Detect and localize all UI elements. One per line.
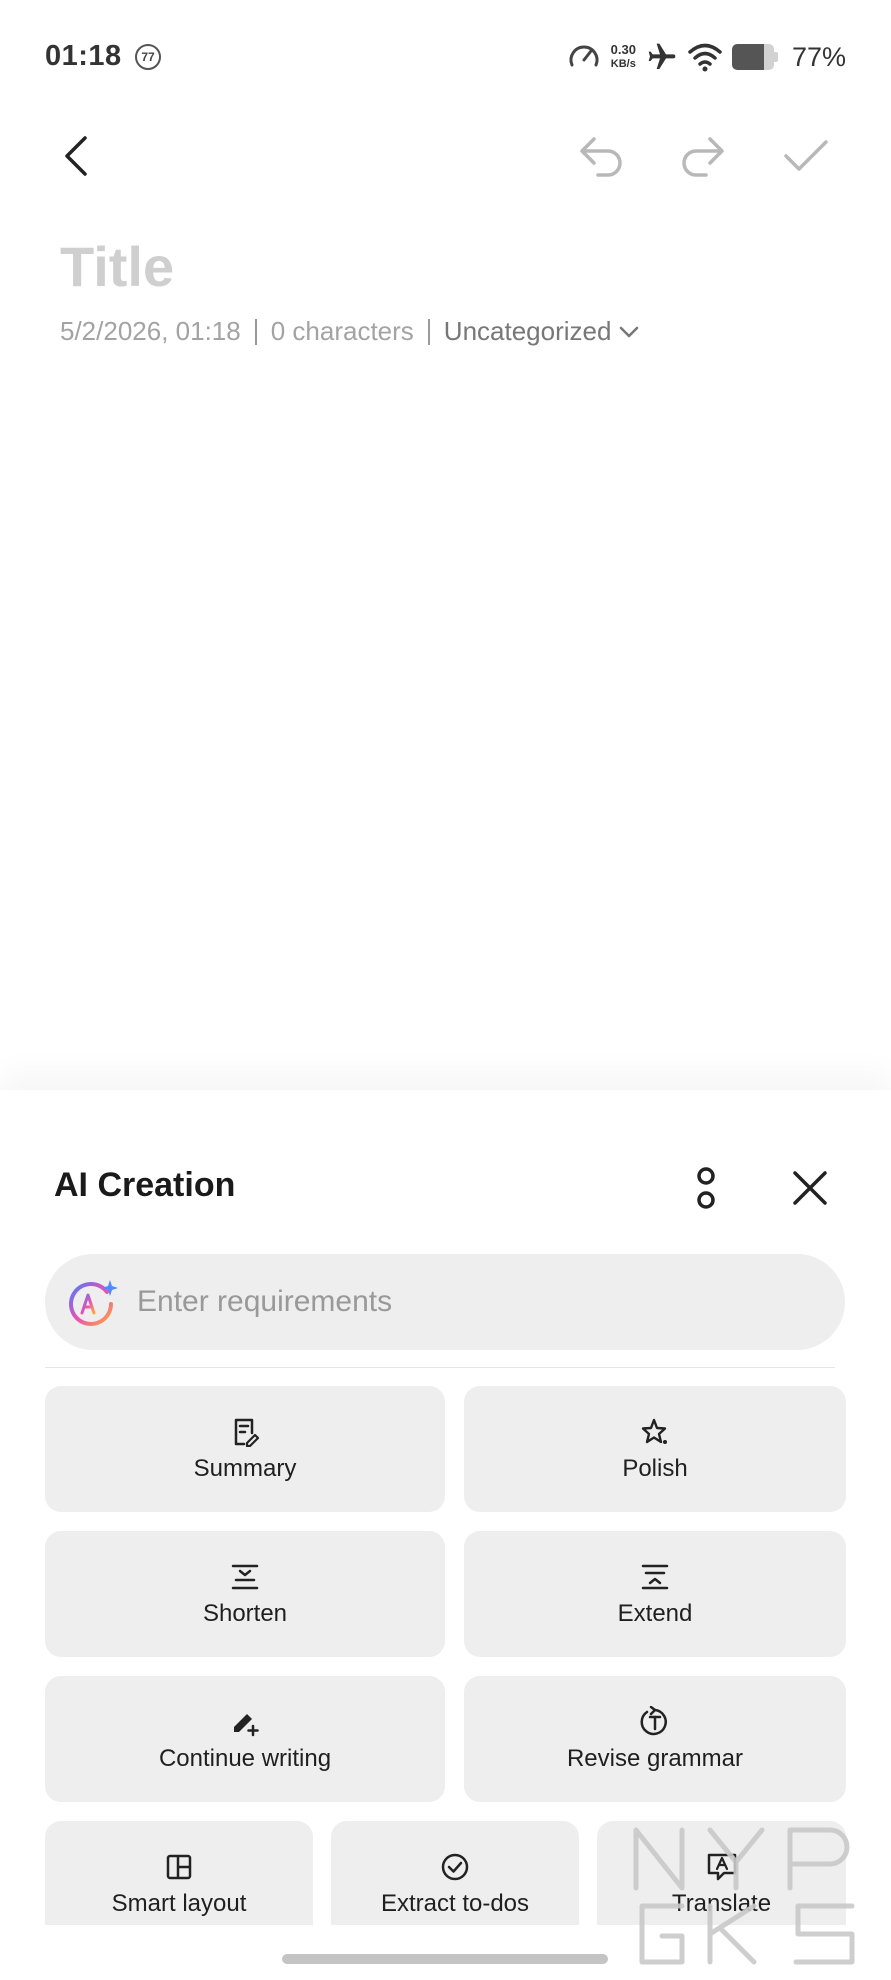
network-speed-unit: KB/s	[610, 58, 636, 70]
revise-grammar-icon	[638, 1705, 672, 1739]
star-sparkle-icon	[638, 1415, 672, 1449]
extend-icon	[638, 1560, 672, 1594]
extend-button[interactable]: Extend	[464, 1531, 846, 1657]
status-time: 01:18	[45, 40, 122, 72]
meta-separator	[427, 318, 430, 345]
note-date: 5/2/2026, 01:18	[60, 316, 241, 346]
network-speed: 0.30 KB/s	[611, 43, 636, 71]
sheet-title: AI Creation	[54, 1166, 236, 1204]
home-indicator[interactable]	[282, 1954, 608, 1964]
chevron-left-icon	[65, 136, 87, 176]
requirements-input[interactable]	[137, 1254, 817, 1350]
requirements-field[interactable]	[45, 1254, 845, 1350]
continue-writing-label: Continue writing	[158, 1745, 332, 1772]
revise-grammar-label: Revise grammar	[566, 1745, 744, 1772]
more-icon	[697, 1167, 715, 1209]
check-circle-icon	[438, 1850, 472, 1884]
summary-icon	[228, 1415, 262, 1449]
note-title-input[interactable]: Title	[60, 234, 174, 299]
chevron-down-icon	[620, 326, 639, 337]
speedometer-icon	[569, 45, 599, 67]
summary-label: Summary	[193, 1455, 297, 1482]
redo-button[interactable]	[676, 130, 728, 182]
layout-icon	[162, 1850, 196, 1884]
divider	[45, 1367, 835, 1368]
extend-label: Extend	[617, 1600, 693, 1627]
back-button[interactable]	[52, 128, 100, 184]
meta-separator	[254, 318, 257, 345]
category-label: Uncategorized	[443, 316, 612, 346]
extract-todos-label: Extract to-dos	[380, 1890, 530, 1917]
undo-icon	[580, 137, 622, 177]
wifi-icon	[688, 43, 722, 72]
close-icon	[793, 1171, 827, 1205]
revise-grammar-button[interactable]: Revise grammar	[464, 1676, 846, 1802]
notification-badge: 77	[135, 44, 161, 70]
continue-writing-button[interactable]: Continue writing	[45, 1676, 445, 1802]
summary-button[interactable]: Summary	[45, 1386, 445, 1512]
smart-layout-label: Smart layout	[111, 1890, 247, 1917]
close-button[interactable]	[782, 1160, 838, 1216]
category-dropdown[interactable]: Uncategorized	[444, 316, 640, 347]
polish-button[interactable]: Polish	[464, 1386, 846, 1512]
battery-icon	[731, 44, 778, 70]
note-meta: 5/2/2026, 01:18 0 characters Uncategoriz…	[60, 316, 639, 347]
ai-sparkle-icon	[69, 1280, 118, 1326]
shorten-label: Shorten	[202, 1600, 288, 1627]
network-speed-value: 0.30	[610, 42, 636, 57]
pen-plus-icon	[228, 1705, 262, 1739]
shorten-button[interactable]: Shorten	[45, 1531, 445, 1657]
status-bar: 01:18 77 0.30 KB/s 77%	[0, 0, 891, 116]
character-count: 0 characters	[270, 316, 414, 346]
status-icons: 0.30 KB/s 77%	[567, 38, 846, 76]
redo-icon	[682, 137, 724, 177]
undo-button[interactable]	[576, 130, 628, 182]
battery-percent: 77%	[791, 41, 846, 72]
more-options-button[interactable]	[680, 1160, 732, 1216]
airplane-icon	[648, 43, 676, 69]
done-button[interactable]	[780, 130, 832, 182]
shorten-icon	[228, 1560, 262, 1594]
polish-label: Polish	[622, 1455, 688, 1482]
checkmark-icon	[784, 140, 828, 171]
nypgks-watermark-logo	[633, 1827, 855, 1965]
